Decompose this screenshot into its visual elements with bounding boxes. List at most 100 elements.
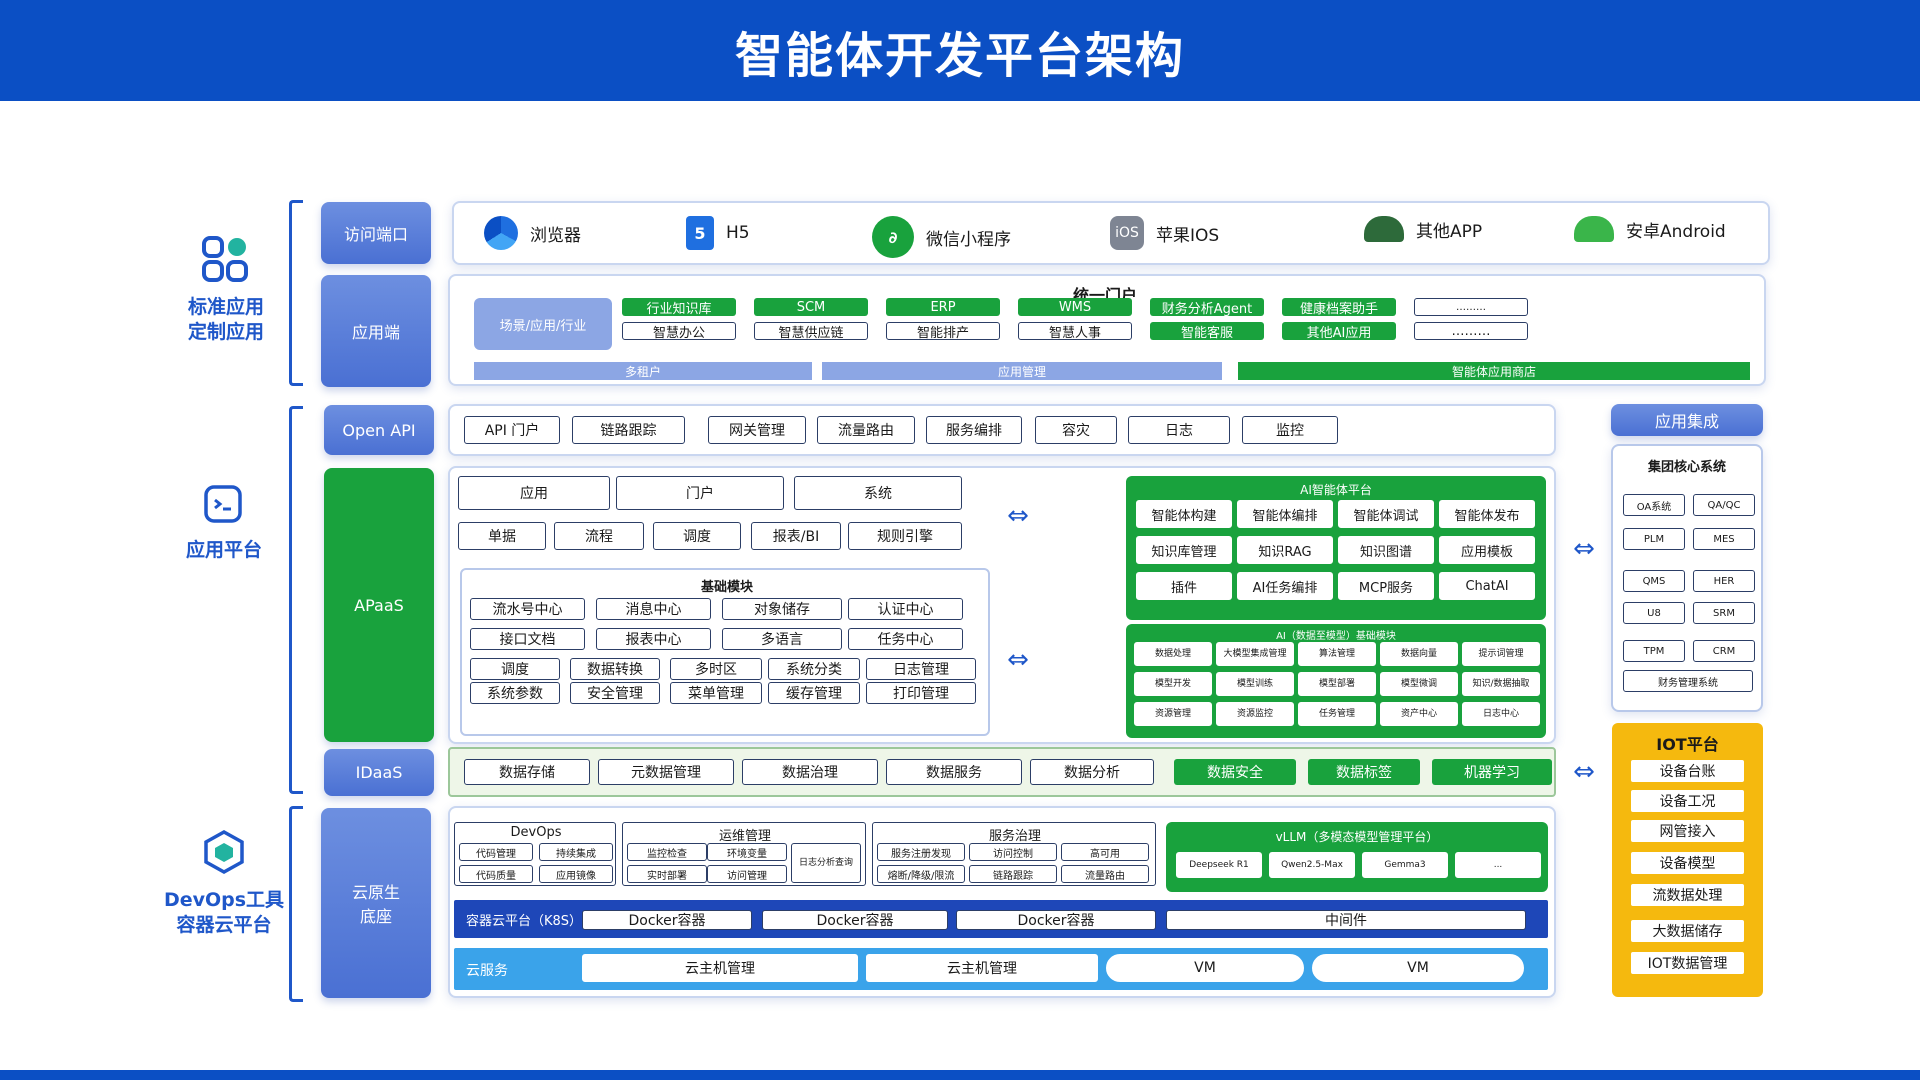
ai-agent-item[interactable]: 知识RAG (1237, 536, 1333, 564)
client-android[interactable]: 安卓Android (1574, 216, 1726, 242)
base-module-item[interactable]: 报表中心 (596, 628, 711, 650)
cloud-service-item[interactable]: VM (1312, 954, 1524, 982)
apaas-item[interactable]: 系统 (794, 476, 962, 510)
openapi-item[interactable]: 服务编排 (926, 416, 1022, 444)
ops-item[interactable]: 日志分析查询 (791, 843, 861, 883)
ai-base-item[interactable]: 大模型集成管理 (1216, 642, 1294, 666)
portal-item[interactable]: 健康档案助手 (1282, 298, 1396, 317)
ops-item[interactable]: 监控检查 (627, 843, 707, 861)
ai-base-item[interactable]: 模型训练 (1216, 672, 1294, 696)
vllm-item[interactable]: Deepseek R1 (1176, 852, 1262, 878)
gov-item[interactable]: 链路跟踪 (969, 865, 1057, 883)
iot-item[interactable]: 设备台账 (1630, 759, 1745, 783)
cloud-service-item[interactable]: VM (1106, 954, 1304, 982)
portal-item[interactable]: ……… (1414, 322, 1528, 340)
openapi-item[interactable]: 网关管理 (708, 416, 806, 444)
base-module-item[interactable]: 任务中心 (848, 628, 963, 650)
portal-item[interactable]: 行业知识库 (622, 298, 736, 317)
finance-system[interactable]: 财务管理系统 (1623, 670, 1753, 692)
core-system-item[interactable]: HER (1693, 570, 1755, 592)
base-module-item[interactable]: 菜单管理 (670, 682, 762, 704)
k8s-item[interactable]: Docker容器 (582, 910, 752, 930)
base-module-item[interactable]: 系统分类 (768, 658, 860, 680)
iot-item[interactable]: 设备工况 (1630, 789, 1745, 813)
ai-base-item[interactable]: 知识/数据抽取 (1462, 672, 1540, 696)
openapi-item[interactable]: 容灾 (1035, 416, 1117, 444)
gov-item[interactable]: 访问控制 (969, 843, 1057, 861)
client-ios[interactable]: iOS 苹果IOS (1110, 216, 1219, 250)
openapi-item[interactable]: 监控 (1242, 416, 1338, 444)
core-system-item[interactable]: TPM (1623, 640, 1685, 662)
ai-agent-item[interactable]: ChatAI (1439, 572, 1535, 600)
ai-base-item[interactable]: 算法管理 (1298, 642, 1376, 666)
portal-item[interactable]: 智慧人事 (1018, 322, 1132, 340)
ai-base-item[interactable]: 数据向量 (1380, 642, 1458, 666)
client-h5[interactable]: 5 H5 (686, 216, 750, 250)
iot-item[interactable]: IOT数据管理 (1630, 951, 1745, 975)
portal-item[interactable]: ERP (886, 298, 1000, 316)
base-module-item[interactable]: 日志管理 (866, 658, 976, 680)
k8s-item[interactable]: Docker容器 (762, 910, 948, 930)
ops-item[interactable]: 实时部署 (627, 865, 707, 883)
apaas-item[interactable]: 规则引擎 (848, 522, 962, 550)
gov-item[interactable]: 服务注册发现 (877, 843, 965, 861)
cloud-service-item[interactable]: 云主机管理 (582, 954, 858, 982)
ai-agent-item[interactable]: 智能体发布 (1439, 500, 1535, 528)
apaas-item[interactable]: 应用 (458, 476, 610, 510)
client-wechat[interactable]: ∂ 微信小程序 (872, 216, 1011, 258)
openapi-item[interactable]: API 门户 (464, 416, 560, 444)
ai-base-item[interactable]: 数据处理 (1134, 642, 1212, 666)
gov-item[interactable]: 流量路由 (1061, 865, 1149, 883)
ai-agent-item[interactable]: MCP服务 (1338, 572, 1434, 600)
base-module-item[interactable]: 消息中心 (596, 598, 711, 620)
devops-item[interactable]: 持续集成 (539, 843, 613, 861)
base-module-item[interactable]: 接口文档 (470, 628, 585, 650)
ai-base-item[interactable]: 模型开发 (1134, 672, 1212, 696)
ai-agent-item[interactable]: 应用模板 (1439, 536, 1535, 564)
k8s-item[interactable]: 中间件 (1166, 910, 1526, 930)
client-browser[interactable]: 浏览器 (484, 216, 581, 250)
base-module-item[interactable]: 对象储存 (722, 598, 842, 620)
gov-item[interactable]: 熔断/降级/限流 (877, 865, 965, 883)
portal-item[interactable]: WMS (1018, 298, 1132, 316)
ai-agent-item[interactable]: 知识图谱 (1338, 536, 1434, 564)
ai-base-item[interactable]: 资源监控 (1216, 702, 1294, 726)
apaas-item[interactable]: 流程 (554, 522, 644, 550)
core-system-item[interactable]: U8 (1623, 602, 1685, 624)
apaas-item[interactable]: 门户 (616, 476, 784, 510)
ai-base-item[interactable]: 提示词管理 (1462, 642, 1540, 666)
core-system-item[interactable]: QMS (1623, 570, 1685, 592)
iot-item[interactable]: 大数据储存 (1630, 919, 1745, 943)
core-system-item[interactable]: PLM (1623, 528, 1685, 550)
portal-item[interactable]: 其他AI应用 (1282, 322, 1396, 341)
ai-base-item[interactable]: 任务管理 (1298, 702, 1376, 726)
devops-item[interactable]: 代码质量 (459, 865, 533, 883)
vllm-item[interactable]: Qwen2.5-Max (1269, 852, 1355, 878)
base-module-item[interactable]: 多语言 (722, 628, 842, 650)
ai-base-item[interactable]: 模型部署 (1298, 672, 1376, 696)
idaas-item[interactable]: 数据服务 (886, 759, 1022, 785)
idaas-green-item[interactable]: 数据安全 (1174, 759, 1296, 785)
ai-agent-item[interactable]: 知识库管理 (1136, 536, 1232, 564)
openapi-item[interactable]: 流量路由 (817, 416, 915, 444)
ai-agent-item[interactable]: 智能体构建 (1136, 500, 1232, 528)
core-system-item[interactable]: QA/QC (1693, 494, 1755, 516)
portal-item[interactable]: SCM (754, 298, 868, 316)
idaas-item[interactable]: 数据存储 (464, 759, 590, 785)
ai-base-item[interactable]: 模型微调 (1380, 672, 1458, 696)
ai-base-item[interactable]: 资源管理 (1134, 702, 1212, 726)
idaas-item[interactable]: 数据治理 (742, 759, 878, 785)
openapi-item[interactable]: 日志 (1128, 416, 1230, 444)
ai-agent-item[interactable]: 智能体编排 (1237, 500, 1333, 528)
portal-item[interactable]: 财务分析Agent (1150, 298, 1264, 317)
iot-item[interactable]: 设备模型 (1630, 851, 1745, 875)
vllm-item[interactable]: ... (1455, 852, 1541, 878)
base-module-item[interactable]: 打印管理 (866, 682, 976, 704)
strip-agent-store[interactable]: 智能体应用商店 (1238, 362, 1750, 380)
core-system-item[interactable]: OA系统 (1623, 494, 1685, 516)
openapi-item[interactable]: 链路跟踪 (572, 416, 685, 444)
ai-base-item[interactable]: 日志中心 (1462, 702, 1540, 726)
cloud-service-item[interactable]: 云主机管理 (866, 954, 1098, 982)
base-module-item[interactable]: 数据转换 (570, 658, 660, 680)
apaas-item[interactable]: 报表/BI (751, 522, 841, 550)
